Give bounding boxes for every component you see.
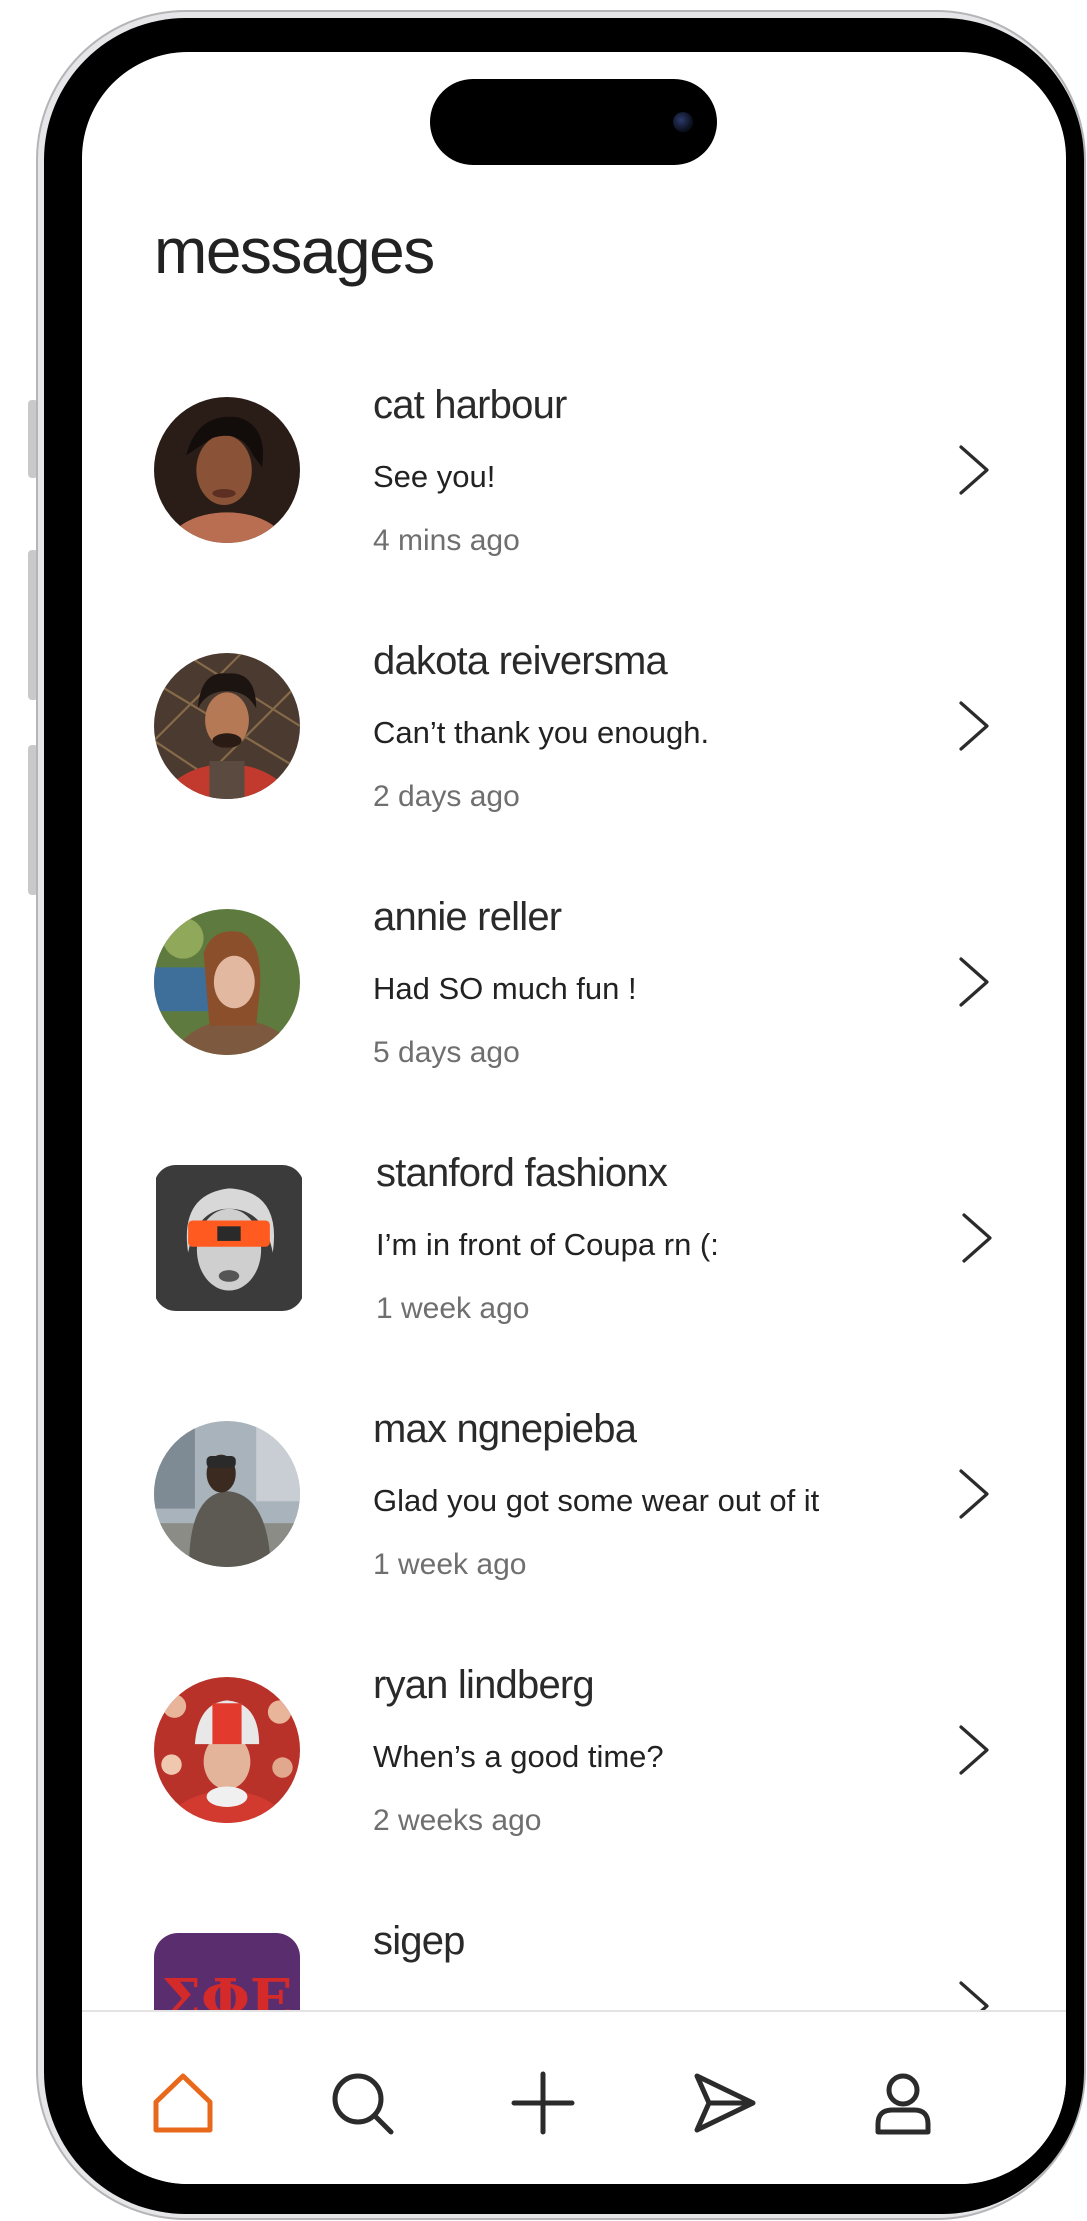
avatar	[154, 1677, 300, 1823]
message-preview: See you!	[373, 459, 496, 494]
avatar	[154, 1421, 300, 1567]
timestamp: 5 days ago	[373, 1036, 520, 1069]
chevron-right-icon[interactable]	[955, 699, 993, 753]
chevron-right-icon[interactable]	[955, 1979, 993, 2010]
conversation-row[interactable]: ryan lindberg When’s a good time? 2 week…	[82, 1663, 1066, 1897]
contact-name: max ngnepieba	[373, 1407, 637, 1451]
timestamp: 2 days ago	[373, 780, 520, 813]
message-preview: Glad you got some wear out of it	[373, 1483, 820, 1518]
phone-screen: messages cat harbour See you! 4 mins ago	[82, 52, 1066, 2184]
chevron-right-icon[interactable]	[955, 1723, 993, 1777]
home-icon[interactable]	[148, 2068, 218, 2138]
contact-name: annie reller	[373, 895, 562, 939]
plus-icon[interactable]	[508, 2068, 578, 2138]
search-icon[interactable]	[327, 2068, 397, 2138]
message-preview: I’m in front of Coupa rn (:	[376, 1227, 719, 1262]
timestamp: 4 mins ago	[373, 524, 520, 557]
conversation-list[interactable]: cat harbour See you! 4 mins ago dakota r…	[82, 52, 1066, 2010]
conversation-row[interactable]: stanford fashionx I’m in front of Coupa …	[82, 1151, 1066, 1385]
conversation-row[interactable]: cat harbour See you! 4 mins ago	[82, 383, 1066, 617]
avatar	[154, 397, 300, 543]
conversation-row[interactable]: max ngnepieba Glad you got some wear out…	[82, 1407, 1066, 1641]
chevron-right-icon[interactable]	[958, 1211, 996, 1265]
avatar-text: ΣΦΕ	[161, 1967, 293, 2010]
timestamp: 2 weeks ago	[373, 1804, 542, 1837]
avatar	[154, 653, 300, 799]
message-preview: Had SO much fun !	[373, 971, 637, 1006]
chevron-right-icon[interactable]	[955, 443, 993, 497]
contact-name: dakota reiversma	[373, 639, 668, 683]
tab-bar	[82, 2010, 1066, 2184]
chevron-right-icon[interactable]	[955, 1467, 993, 1521]
conversation-row[interactable]: dakota reiversma Can’t thank you enough.…	[82, 639, 1066, 873]
contact-name: sigep	[373, 1919, 465, 1963]
contact-name: cat harbour	[373, 383, 567, 427]
timestamp: 1 week ago	[376, 1292, 530, 1325]
avatar	[154, 909, 300, 1055]
conversation-row[interactable]: annie reller Had SO much fun ! 5 days ag…	[82, 895, 1066, 1129]
timestamp: 1 week ago	[373, 1548, 527, 1581]
send-icon[interactable]	[689, 2068, 759, 2138]
profile-icon[interactable]	[868, 2068, 938, 2138]
chevron-right-icon[interactable]	[955, 955, 993, 1009]
avatar	[154, 1165, 304, 1311]
conversation-row[interactable]: ΣΦΕ sigep	[82, 1919, 1066, 2010]
avatar: ΣΦΕ	[154, 1933, 300, 2010]
contact-name: stanford fashionx	[376, 1151, 668, 1195]
contact-name: ryan lindberg	[373, 1663, 595, 1707]
message-preview: Can’t thank you enough.	[373, 715, 710, 750]
message-preview: When’s a good time?	[373, 1739, 664, 1774]
